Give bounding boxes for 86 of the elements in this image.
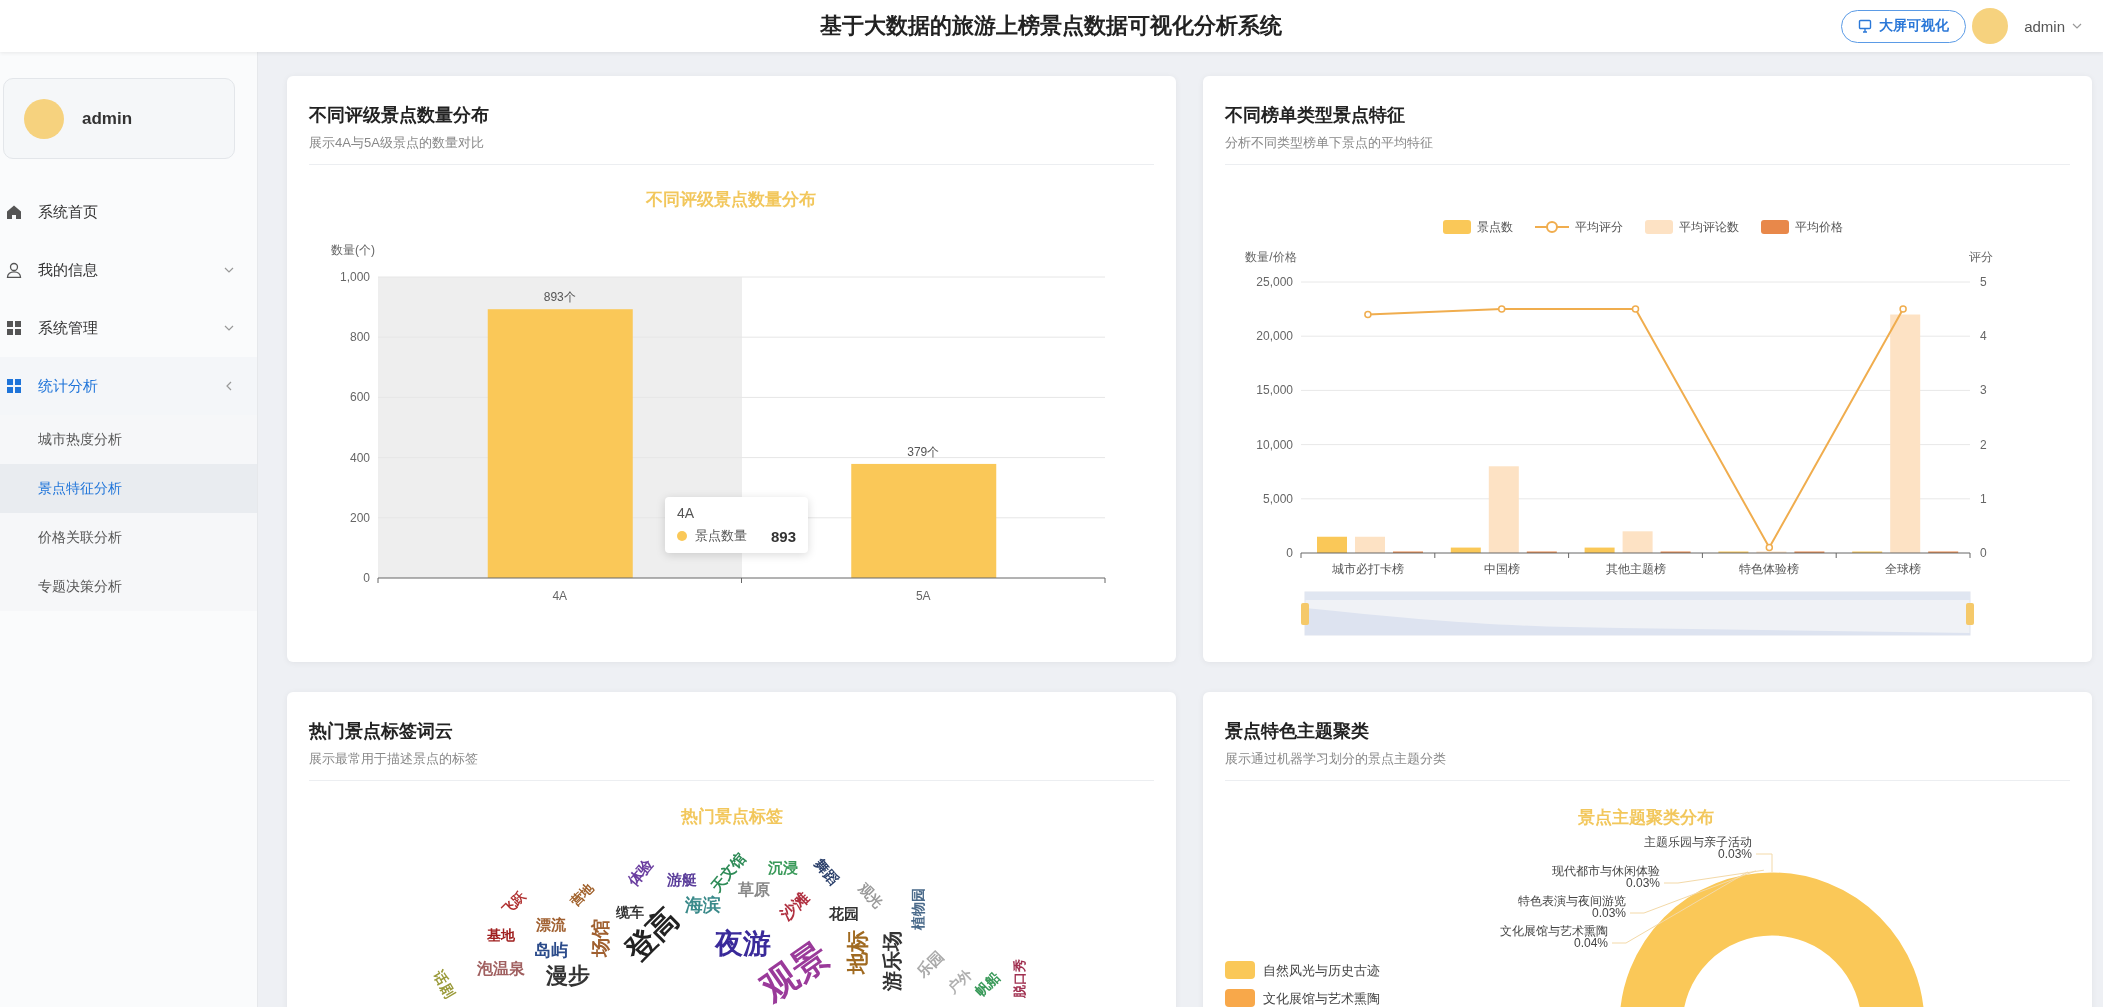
axis-tick-label: 4A — [552, 589, 568, 603]
cloud-word: 缆车 — [616, 905, 644, 919]
value-label: 893个 — [543, 290, 576, 305]
slice-label: 文化展馆与艺术熏陶 — [1500, 924, 1608, 938]
slice-percent: 0.03% — [1591, 906, 1626, 920]
cloud-word: 舞蹈 — [812, 856, 842, 888]
axis-tick-label: 0 — [1286, 546, 1293, 560]
cloud-word: 话剧 — [430, 968, 458, 1000]
legend-label: 景点数 — [1477, 220, 1513, 234]
axis-tick-label: 5 — [1980, 275, 1987, 289]
cloud-word: 植物园 — [911, 888, 925, 930]
axis-tick-label: 4 — [1980, 329, 1987, 344]
tooltip-value: 893 — [771, 527, 797, 545]
axis-tick-label: 1,000 — [339, 270, 370, 284]
cloud-word: 游乐场 — [882, 931, 902, 991]
cloud-word: 沉浸 — [768, 859, 798, 875]
axis-title: 数量/价格 — [1245, 250, 1297, 264]
axis-tick-label: 其他主题榜 — [1605, 562, 1666, 576]
axis-tick-label: 0 — [363, 571, 370, 585]
card-title: 景点特色主题聚类 — [1225, 720, 1369, 742]
profile-name: admin — [82, 108, 133, 129]
axis-tick-label: 全球榜 — [1885, 562, 1922, 576]
axis-tick-label: 20,000 — [1256, 329, 1293, 344]
card-title: 不同评级景点数量分布 — [309, 104, 489, 126]
cloud-word: 漂流 — [536, 916, 566, 932]
tooltip-title: 4A — [677, 505, 696, 521]
axis-title: 评分 — [1969, 250, 1993, 264]
slice-label: 特色表演与夜间游览 — [1518, 894, 1626, 908]
cloud-word: 基地 — [487, 928, 515, 942]
cloud-word: 户外 — [944, 966, 974, 996]
cloud-word: 花园 — [829, 905, 859, 921]
chart-title: 不同评级景点数量分布 — [646, 190, 816, 209]
legend-label: 平均评分 — [1575, 220, 1623, 234]
axis-tick-label: 1 — [1980, 491, 1987, 506]
cloud-word: 乐园 — [914, 948, 946, 980]
cloud-word: 体验 — [624, 855, 656, 889]
cloud-word: 游艇 — [667, 871, 697, 887]
cloud-word: 飞跃 — [500, 889, 528, 917]
axis-tick-label: 800 — [349, 330, 370, 345]
cloud-word: 夜游 — [715, 930, 771, 958]
slice-percent: 0.04% — [1573, 936, 1608, 950]
page-title: 基于大数据的旅游上榜景点数据可视化分析系统 — [819, 12, 1282, 40]
axis-tick-label: 3 — [1980, 383, 1987, 398]
cloud-word: 营地 — [568, 881, 596, 909]
axis-tick-label: 15,000 — [1256, 383, 1293, 398]
card-subtitle: 展示通过机器学习划分的景点主题分类 — [1225, 750, 1446, 768]
axis-tick-label: 600 — [349, 390, 370, 405]
cloud-word: 脱口秀 — [1012, 958, 1026, 998]
legend-label: 自然风光与历史古迹 — [1263, 963, 1380, 978]
card-subtitle: 展示最常用于描述景点的标签 — [309, 750, 478, 768]
value-label: 379个 — [907, 444, 940, 459]
axis-tick-label: 25,000 — [1256, 275, 1293, 289]
cloud-word: 漫步 — [546, 965, 590, 987]
slice-label: 现代都市与休闲体验 — [1552, 864, 1660, 878]
cloud-word: 沙滩 — [778, 889, 812, 923]
axis-tick-label: 2 — [1980, 437, 1987, 452]
axis-tick-label: 200 — [349, 510, 370, 525]
legend-label: 平均评论数 — [1679, 220, 1739, 234]
card-title: 热门景点标签词云 — [309, 720, 453, 742]
slice-label: 主题乐园与亲子活动 — [1644, 835, 1752, 849]
slice-percent: 0.03% — [1625, 876, 1660, 890]
legend-label: 文化展馆与艺术熏陶 — [1263, 991, 1380, 1006]
axis-title: 数量(个) — [331, 243, 375, 257]
cloud-word: 草原 — [738, 882, 770, 898]
legend-label: 平均价格 — [1795, 220, 1843, 234]
cloud-word: 帆船 — [972, 969, 1002, 999]
axis-tick-label: 5,000 — [1262, 491, 1293, 506]
chart-title: 热门景点标签 — [680, 806, 783, 828]
axis-tick-label: 0 — [1980, 546, 1987, 560]
cloud-word: 场馆 — [590, 919, 610, 957]
cloud-word: 岛屿 — [534, 941, 568, 959]
axis-tick-label: 中国榜 — [1483, 562, 1520, 576]
axis-tick-label: 400 — [349, 450, 370, 465]
cloud-word: 泡温泉 — [477, 961, 525, 977]
axis-tick-label: 10,000 — [1256, 437, 1293, 452]
axis-tick-label: 特色体验榜 — [1739, 562, 1800, 576]
chart-title: 景点主题聚类分布 — [1578, 808, 1714, 827]
axis-tick-label: 城市必打卡榜 — [1331, 562, 1404, 576]
cloud-word: 地标 — [847, 930, 869, 974]
card-subtitle: 展示4A与5A级景点的数量对比 — [309, 134, 484, 152]
slice-percent: 0.03% — [1717, 847, 1752, 861]
card-title: 不同榜单类型景点特征 — [1225, 104, 1405, 126]
cloud-word: 海滨 — [685, 896, 721, 914]
axis-tick-label: 5A — [915, 589, 931, 603]
tooltip-label: 景点数量 — [695, 527, 747, 545]
card-subtitle: 分析不同类型榜单下景点的平均特征 — [1225, 134, 1433, 152]
